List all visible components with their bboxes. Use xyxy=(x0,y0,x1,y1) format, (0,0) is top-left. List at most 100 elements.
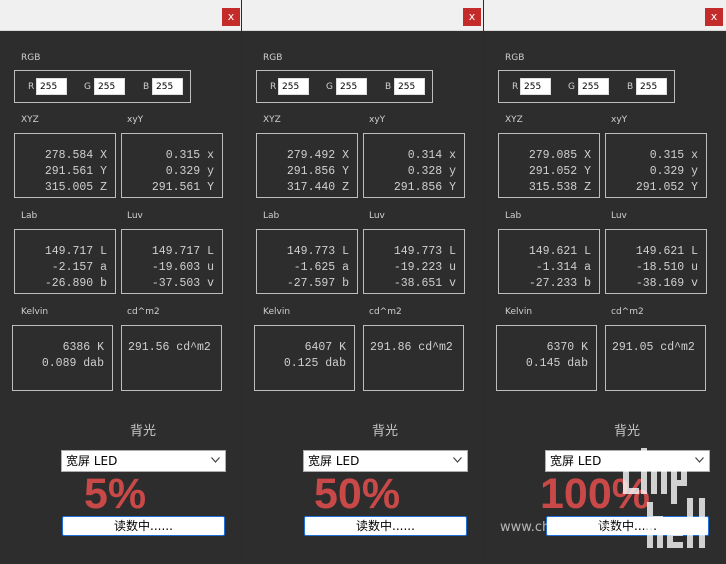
backlight-dropdown[interactable]: 宽屏 LED xyxy=(61,450,226,472)
lab-b: -27.233 b xyxy=(528,277,591,290)
luv-label: Luv xyxy=(611,211,627,221)
xyz-y: 291.856 Y xyxy=(286,165,349,178)
luv-v: -38.651 v xyxy=(393,277,456,290)
cdm2-box: 291.56 cd^m2 xyxy=(121,325,222,391)
b-input[interactable]: 255 xyxy=(636,78,667,95)
xyz-y: 291.561 Y xyxy=(44,165,107,178)
lab-a: -2.157 a xyxy=(51,261,107,274)
r-input[interactable]: 255 xyxy=(520,78,551,95)
luv-label: Luv xyxy=(369,211,385,221)
lab-box: 149.717 L -2.157 a -26.890 b xyxy=(14,229,116,294)
backlight-percent: 50% xyxy=(314,470,401,518)
xyY-y: 0.329 y xyxy=(165,165,214,178)
cdm2-label: cd^m2 xyxy=(127,307,160,317)
cdm2-value: 291.86 cd^m2 xyxy=(364,340,463,356)
rgb-group: R 255 G 255 B 255 xyxy=(498,70,675,103)
backlight-dropdown[interactable]: 宽屏 LED xyxy=(303,450,468,472)
b-input[interactable]: 255 xyxy=(152,78,183,95)
r-input[interactable]: 255 xyxy=(36,78,67,95)
kelvin-dab: 0.125 dab xyxy=(283,357,346,370)
xyY-box: 0.314 x 0.328 y 291.856 Y xyxy=(363,133,465,198)
xyY-label: xyY xyxy=(611,115,628,125)
cdm2-text: 291.86 cd^m2 xyxy=(370,341,453,354)
title-bar: x xyxy=(242,0,483,31)
close-button[interactable]: x xyxy=(222,8,240,26)
meter-panel-1: x RGB R 255 G 255 B 255 XYZ xyY 278.584 … xyxy=(0,0,241,564)
kelvin-temp: 6386 K xyxy=(62,341,104,354)
close-button[interactable]: x xyxy=(705,8,723,26)
g-input[interactable]: 255 xyxy=(94,78,125,95)
rgb-label: RGB xyxy=(21,53,41,63)
luv-l: 149.717 L xyxy=(151,245,214,258)
dropdown-value: 宽屏 LED xyxy=(550,454,602,468)
r-input[interactable]: 255 xyxy=(278,78,309,95)
xyY-Y: 291.052 Y xyxy=(635,181,698,194)
title-bar: x xyxy=(0,0,241,31)
b-label: B xyxy=(385,82,392,92)
xyY-x: 0.314 x xyxy=(407,149,456,162)
xyz-values: 278.584 X 291.561 Y 315.005 Z xyxy=(15,148,115,196)
xyz-box: 278.584 X 291.561 Y 315.005 Z xyxy=(14,133,116,198)
close-button[interactable]: x xyxy=(463,8,481,26)
kelvin-box: 6370 K 0.145 dab xyxy=(496,325,597,391)
rgb-group: R 255 G 255 B 255 xyxy=(256,70,433,103)
lab-l: 149.717 L xyxy=(44,245,107,258)
g-label: G xyxy=(568,82,575,92)
luv-l: 149.621 L xyxy=(635,245,698,258)
rgb-group: R 255 G 255 B 255 xyxy=(14,70,191,103)
kelvin-label: Kelvin xyxy=(21,307,49,317)
kelvin-temp: 6370 K xyxy=(546,341,588,354)
rgb-label: RGB xyxy=(505,53,525,63)
lab-box: 149.773 L -1.625 a -27.597 b xyxy=(256,229,358,294)
r-label: R xyxy=(270,82,277,92)
xyz-x: 279.492 X xyxy=(286,149,349,162)
xyz-z: 315.005 Z xyxy=(44,181,107,194)
luv-values: 149.621 L -18.510 u -38.169 v xyxy=(606,244,706,292)
kelvin-label: Kelvin xyxy=(505,307,533,317)
luv-values: 149.773 L -19.223 u -38.651 v xyxy=(364,244,464,292)
watermark-url: www.chiphell.com xyxy=(500,520,618,535)
kelvin-values: 6407 K 0.125 dab xyxy=(255,340,354,372)
lab-b: -27.597 b xyxy=(286,277,349,290)
lab-values: 149.621 L -1.314 a -27.233 b xyxy=(499,244,599,292)
reading-status: 读数中...... xyxy=(62,516,225,536)
backlight-label: 背光 xyxy=(614,424,641,439)
xyY-label: xyY xyxy=(369,115,386,125)
g-input[interactable]: 255 xyxy=(336,78,367,95)
b-label: B xyxy=(143,82,150,92)
lab-label: Lab xyxy=(263,211,280,221)
g-input[interactable]: 255 xyxy=(578,78,609,95)
xyY-values: 0.315 x 0.329 y 291.561 Y xyxy=(122,148,222,196)
lab-values: 149.717 L -2.157 a -26.890 b xyxy=(15,244,115,292)
kelvin-box: 6407 K 0.125 dab xyxy=(254,325,355,391)
backlight-label: 背光 xyxy=(372,424,399,439)
r-label: R xyxy=(28,82,35,92)
xyz-values: 279.492 X 291.856 Y 317.440 Z xyxy=(257,148,357,196)
b-input[interactable]: 255 xyxy=(394,78,425,95)
xyY-Y: 291.561 Y xyxy=(151,181,214,194)
xyY-values: 0.314 x 0.328 y 291.856 Y xyxy=(364,148,464,196)
xyz-x: 278.584 X xyxy=(44,149,107,162)
xyz-x: 279.085 X xyxy=(528,149,591,162)
rgb-label: RGB xyxy=(263,53,283,63)
kelvin-box: 6386 K 0.089 dab xyxy=(12,325,113,391)
luv-u: -19.223 u xyxy=(393,261,456,274)
luv-label: Luv xyxy=(127,211,143,221)
luv-box: 149.717 L -19.603 u -37.503 v xyxy=(121,229,223,294)
chevron-down-icon xyxy=(211,457,220,463)
luv-v: -38.169 v xyxy=(635,277,698,290)
cdm2-box: 291.05 cd^m2 xyxy=(605,325,706,391)
dropdown-value: 宽屏 LED xyxy=(66,454,118,468)
kelvin-temp: 6407 K xyxy=(304,341,346,354)
xyY-x: 0.315 x xyxy=(649,149,698,162)
luv-v: -37.503 v xyxy=(151,277,214,290)
lab-values: 149.773 L -1.625 a -27.597 b xyxy=(257,244,357,292)
xyz-label: XYZ xyxy=(505,115,523,125)
meter-panel-2: x RGB R 255 G 255 B 255 XYZ xyY 279.492 … xyxy=(242,0,483,564)
luv-u: -18.510 u xyxy=(635,261,698,274)
b-label: B xyxy=(627,82,634,92)
chevron-down-icon xyxy=(453,457,462,463)
xyY-Y: 291.856 Y xyxy=(393,181,456,194)
luv-u: -19.603 u xyxy=(151,261,214,274)
kelvin-dab: 0.145 dab xyxy=(525,357,588,370)
